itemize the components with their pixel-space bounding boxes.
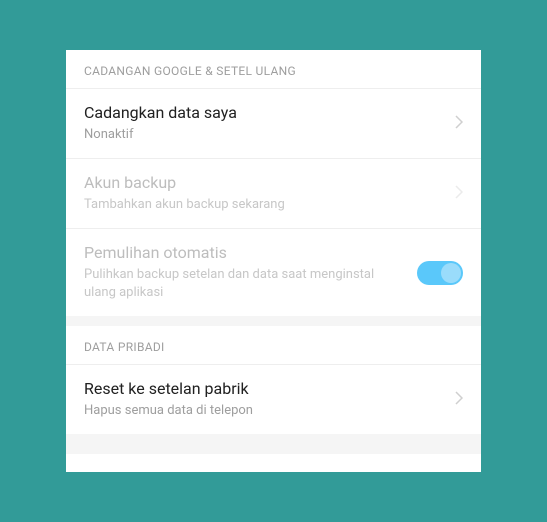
row-title: Pemulihan otomatis <box>84 243 397 264</box>
chevron-right-icon <box>455 184 463 203</box>
row-content: Pemulihan otomatis Pulihkan backup setel… <box>84 243 405 302</box>
settings-panel: CADANGAN GOOGLE & SETEL ULANG Cadangkan … <box>66 50 481 472</box>
row-content: Akun backup Tambahkan akun backup sekara… <box>84 173 447 214</box>
row-content: Reset ke setelan pabrik Hapus semua data… <box>84 379 447 420</box>
row-title: Reset ke setelan pabrik <box>84 379 447 400</box>
row-content: Cadangkan data saya Nonaktif <box>84 103 447 144</box>
section-header-personal-data: DATA PRIBADI <box>66 326 481 364</box>
bottom-gap <box>66 434 481 454</box>
chevron-right-icon <box>455 114 463 133</box>
toggle-knob <box>441 263 461 283</box>
row-backup-data[interactable]: Cadangkan data saya Nonaktif <box>66 89 481 158</box>
row-title: Akun backup <box>84 173 447 194</box>
row-title: Cadangkan data saya <box>84 103 447 124</box>
row-backup-account: Akun backup Tambahkan akun backup sekara… <box>66 159 481 228</box>
row-subtitle: Tambahkan akun backup sekarang <box>84 196 447 214</box>
section-gap <box>66 316 481 326</box>
row-factory-reset[interactable]: Reset ke setelan pabrik Hapus semua data… <box>66 365 481 434</box>
toggle-auto-restore[interactable] <box>417 261 463 285</box>
section-header-google-backup: CADANGAN GOOGLE & SETEL ULANG <box>66 50 481 88</box>
row-auto-restore: Pemulihan otomatis Pulihkan backup setel… <box>66 229 481 316</box>
row-subtitle: Pulihkan backup setelan dan data saat me… <box>84 266 397 302</box>
row-subtitle: Hapus semua data di telepon <box>84 402 447 420</box>
row-subtitle: Nonaktif <box>84 126 447 144</box>
chevron-right-icon <box>455 390 463 409</box>
